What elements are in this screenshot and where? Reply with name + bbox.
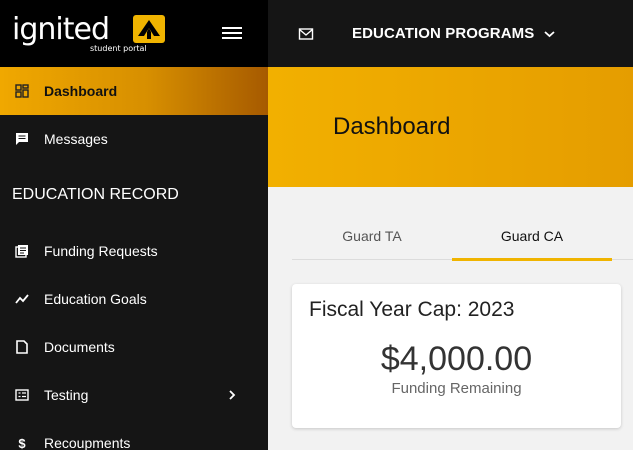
sidebar-item-dashboard[interactable]: Dashboard xyxy=(0,67,268,115)
sidebar-item-label: Testing xyxy=(44,387,89,403)
fiscal-year-cap-card: Fiscal Year Cap: 2023 $4,000.00 Funding … xyxy=(292,284,621,428)
logo-mark-icon xyxy=(133,15,165,43)
sidebar-item-label: Messages xyxy=(44,131,108,147)
sidebar-item-messages[interactable]: Messages xyxy=(0,115,268,163)
brand-header: ignited student portal xyxy=(0,0,268,67)
program-tabs: Guard TA Guard CA xyxy=(292,212,633,261)
document-icon xyxy=(12,339,32,355)
message-icon xyxy=(12,131,32,147)
trend-icon xyxy=(12,291,32,307)
sidebar-item-label: Documents xyxy=(44,339,115,355)
tab-guard-ta[interactable]: Guard TA xyxy=(292,212,452,260)
funding-requests-icon xyxy=(12,243,32,259)
tab-guard-ca[interactable]: Guard CA xyxy=(452,212,612,261)
funding-amount-label: Funding Remaining xyxy=(391,380,522,397)
sidebar-item-label: Funding Requests xyxy=(44,243,158,259)
chevron-down-icon[interactable] xyxy=(544,30,556,38)
sidebar-item-testing[interactable]: Testing xyxy=(0,371,268,419)
sidebar-item-label: Education Goals xyxy=(44,291,147,307)
menu-toggle-icon[interactable] xyxy=(220,24,244,44)
dollar-icon: $ xyxy=(12,435,32,450)
sidebar-item-education-goals[interactable]: Education Goals xyxy=(0,275,268,323)
sidebar: ignited student portal Dashboard Message… xyxy=(0,0,268,450)
logo-text: ignited xyxy=(12,11,110,47)
dashboard-icon xyxy=(12,83,32,99)
program-selector-label[interactable]: EDUCATION PROGRAMS xyxy=(352,25,534,42)
sidebar-item-label: Dashboard xyxy=(44,83,118,99)
sidebar-item-label: Recoupments xyxy=(44,435,131,450)
logo-subtitle: student portal xyxy=(90,44,147,53)
card-title: Fiscal Year Cap: 2023 xyxy=(309,298,515,321)
svg-text:$: $ xyxy=(18,436,26,450)
sidebar-item-documents[interactable]: Documents xyxy=(0,323,268,371)
page-banner: Dashboard xyxy=(268,67,633,187)
mail-icon[interactable] xyxy=(298,27,314,41)
chevron-right-icon xyxy=(228,390,242,400)
sidebar-item-recoupments[interactable]: $ Recoupments xyxy=(0,419,268,450)
sidebar-item-funding-requests[interactable]: Funding Requests xyxy=(0,227,268,275)
testing-icon xyxy=(12,387,32,403)
funding-amount: $4,000.00 xyxy=(380,340,533,378)
page-title: Dashboard xyxy=(333,113,451,140)
top-header: EDUCATION PROGRAMS xyxy=(268,0,633,67)
section-heading-education-record: EDUCATION RECORD xyxy=(12,186,179,203)
